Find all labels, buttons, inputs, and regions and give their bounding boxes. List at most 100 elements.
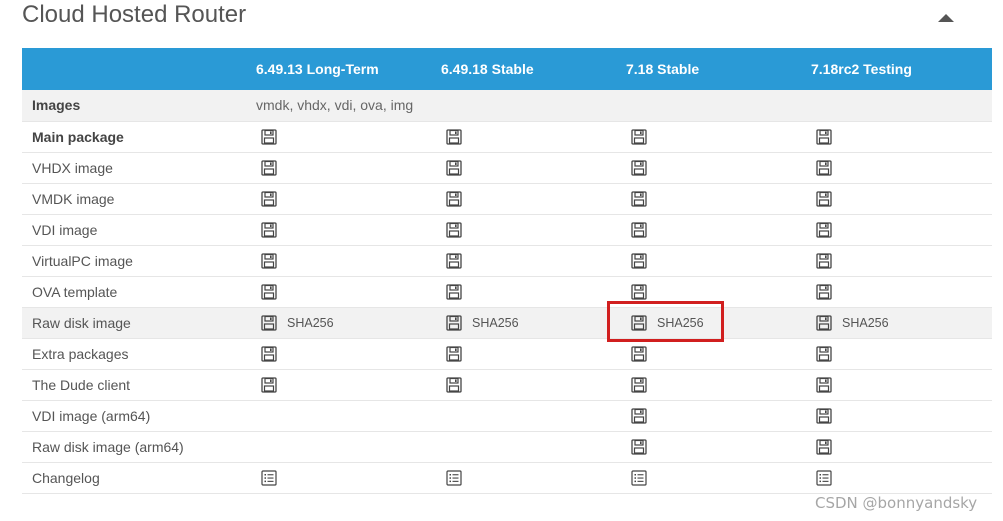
- download-cell-v7-18rc2: [811, 431, 992, 462]
- download-cell-v7-18rc2: [811, 462, 992, 493]
- floppy-disk-icon[interactable]: [446, 314, 462, 331]
- floppy-disk-icon[interactable]: [261, 252, 277, 269]
- download-cell-v6-49-18: [441, 338, 626, 369]
- download-cell-v7-18: [626, 431, 811, 462]
- floppy-disk-icon[interactable]: [446, 159, 462, 176]
- download-cell-v7-18: [626, 369, 811, 400]
- sha256-link[interactable]: SHA256: [287, 316, 334, 330]
- download-cell-v7-18rc2: [811, 152, 992, 183]
- floppy-disk-icon[interactable]: [446, 283, 462, 300]
- table-row-changelog: Changelog: [22, 462, 992, 493]
- floppy-disk-icon[interactable]: [816, 221, 832, 238]
- collapse-toggle[interactable]: [936, 10, 956, 24]
- changelog-list-icon[interactable]: [631, 469, 647, 486]
- triangle-up-icon: [936, 10, 956, 24]
- images-formats-text: vmdk, vhdx, vdi, ova, img: [256, 97, 414, 114]
- row-label: The Dude client: [32, 376, 131, 393]
- floppy-disk-icon[interactable]: [631, 190, 647, 207]
- floppy-disk-icon[interactable]: [631, 283, 647, 300]
- download-cell-v6-49-18: [441, 214, 626, 245]
- floppy-disk-icon[interactable]: [261, 314, 277, 331]
- download-cell-v6-49-13: [256, 245, 441, 276]
- column-header-v6-49-18: 6.49.18 Stable: [441, 61, 534, 77]
- floppy-disk-icon[interactable]: [631, 159, 647, 176]
- floppy-disk-icon[interactable]: [816, 128, 832, 145]
- header-empty-cell: [22, 48, 256, 90]
- changelog-list-icon[interactable]: [816, 469, 832, 486]
- floppy-disk-icon[interactable]: [631, 438, 647, 455]
- changelog-list-icon[interactable]: [446, 469, 462, 486]
- floppy-disk-icon[interactable]: [446, 345, 462, 362]
- download-cell-v7-18: [626, 152, 811, 183]
- floppy-disk-icon[interactable]: [261, 221, 277, 238]
- floppy-disk-icon[interactable]: [631, 407, 647, 424]
- download-cell-v7-18: [626, 462, 811, 493]
- table-row-ova-template: OVA template: [22, 276, 992, 307]
- sha256-link[interactable]: SHA256: [472, 316, 519, 330]
- floppy-disk-icon[interactable]: [816, 376, 832, 393]
- floppy-disk-icon[interactable]: [446, 252, 462, 269]
- download-cell-v6-49-13: [256, 183, 441, 214]
- download-cell-v7-18: [626, 214, 811, 245]
- download-cell-v6-49-13: [256, 276, 441, 307]
- floppy-disk-icon[interactable]: [631, 314, 647, 331]
- row-label: OVA template: [32, 283, 118, 300]
- floppy-disk-icon[interactable]: [261, 376, 277, 393]
- floppy-disk-icon[interactable]: [816, 190, 832, 207]
- download-cell-v6-49-13: [256, 369, 441, 400]
- watermark: CSDN @bonnyandsky: [815, 494, 978, 512]
- floppy-disk-icon[interactable]: [261, 159, 277, 176]
- table-row-vhdx-image: VHDX image: [22, 152, 992, 183]
- floppy-disk-icon[interactable]: [816, 283, 832, 300]
- floppy-disk-icon[interactable]: [631, 221, 647, 238]
- download-cell-v7-18rc2: SHA256: [811, 307, 992, 338]
- floppy-disk-icon[interactable]: [816, 345, 832, 362]
- row-label: VDI image (arm64): [32, 407, 151, 424]
- row-label: Extra packages: [32, 345, 129, 362]
- download-cell-v7-18rc2: [811, 400, 992, 431]
- download-cell-v6-49-18: [441, 400, 626, 431]
- table-row-vdi-image-arm64: VDI image (arm64): [22, 400, 992, 431]
- table-row-extra-packages: Extra packages: [22, 338, 992, 369]
- download-cell-v7-18: [626, 121, 811, 152]
- floppy-disk-icon[interactable]: [816, 314, 832, 331]
- table-row-raw-disk-image: Raw disk image SHA256 SHA256 SHA256 SHA256: [22, 307, 992, 338]
- row-label: Raw disk image (arm64): [32, 438, 184, 455]
- download-cell-v6-49-18: [441, 276, 626, 307]
- download-cell-v7-18: [626, 245, 811, 276]
- floppy-disk-icon[interactable]: [446, 221, 462, 238]
- download-cell-v6-49-18: [441, 369, 626, 400]
- floppy-disk-icon[interactable]: [631, 376, 647, 393]
- download-cell-v7-18: SHA256: [626, 307, 811, 338]
- floppy-disk-icon[interactable]: [261, 190, 277, 207]
- floppy-disk-icon[interactable]: [631, 345, 647, 362]
- row-label: Raw disk image: [32, 314, 131, 331]
- floppy-disk-icon[interactable]: [446, 190, 462, 207]
- table-row-virtualpc-image: VirtualPC image: [22, 245, 992, 276]
- floppy-disk-icon[interactable]: [631, 252, 647, 269]
- floppy-disk-icon[interactable]: [631, 128, 647, 145]
- sha256-link[interactable]: SHA256: [842, 316, 889, 330]
- floppy-disk-icon[interactable]: [261, 283, 277, 300]
- floppy-disk-icon[interactable]: [816, 159, 832, 176]
- download-cell-v7-18rc2: [811, 338, 992, 369]
- floppy-disk-icon[interactable]: [816, 438, 832, 455]
- floppy-disk-icon[interactable]: [816, 252, 832, 269]
- table-row-raw-disk-image-arm64: Raw disk image (arm64): [22, 431, 992, 462]
- row-label: VMDK image: [32, 190, 115, 207]
- floppy-disk-icon[interactable]: [816, 407, 832, 424]
- floppy-disk-icon[interactable]: [446, 128, 462, 145]
- section-title: Cloud Hosted Router: [22, 1, 247, 28]
- sha256-link[interactable]: SHA256: [657, 316, 704, 330]
- download-cell-v7-18: [626, 338, 811, 369]
- changelog-list-icon[interactable]: [261, 469, 277, 486]
- floppy-disk-icon[interactable]: [261, 128, 277, 145]
- download-cell-v6-49-18: SHA256: [441, 307, 626, 338]
- floppy-disk-icon[interactable]: [261, 345, 277, 362]
- floppy-disk-icon[interactable]: [446, 376, 462, 393]
- download-cell-v6-49-13: [256, 121, 441, 152]
- download-cell-v6-49-18: [441, 152, 626, 183]
- download-cell-v6-49-18: [441, 121, 626, 152]
- table-body: Images vmdk, vhdx, vdi, ova, img Main pack…: [22, 90, 992, 493]
- download-cell-v6-49-13: [256, 462, 441, 493]
